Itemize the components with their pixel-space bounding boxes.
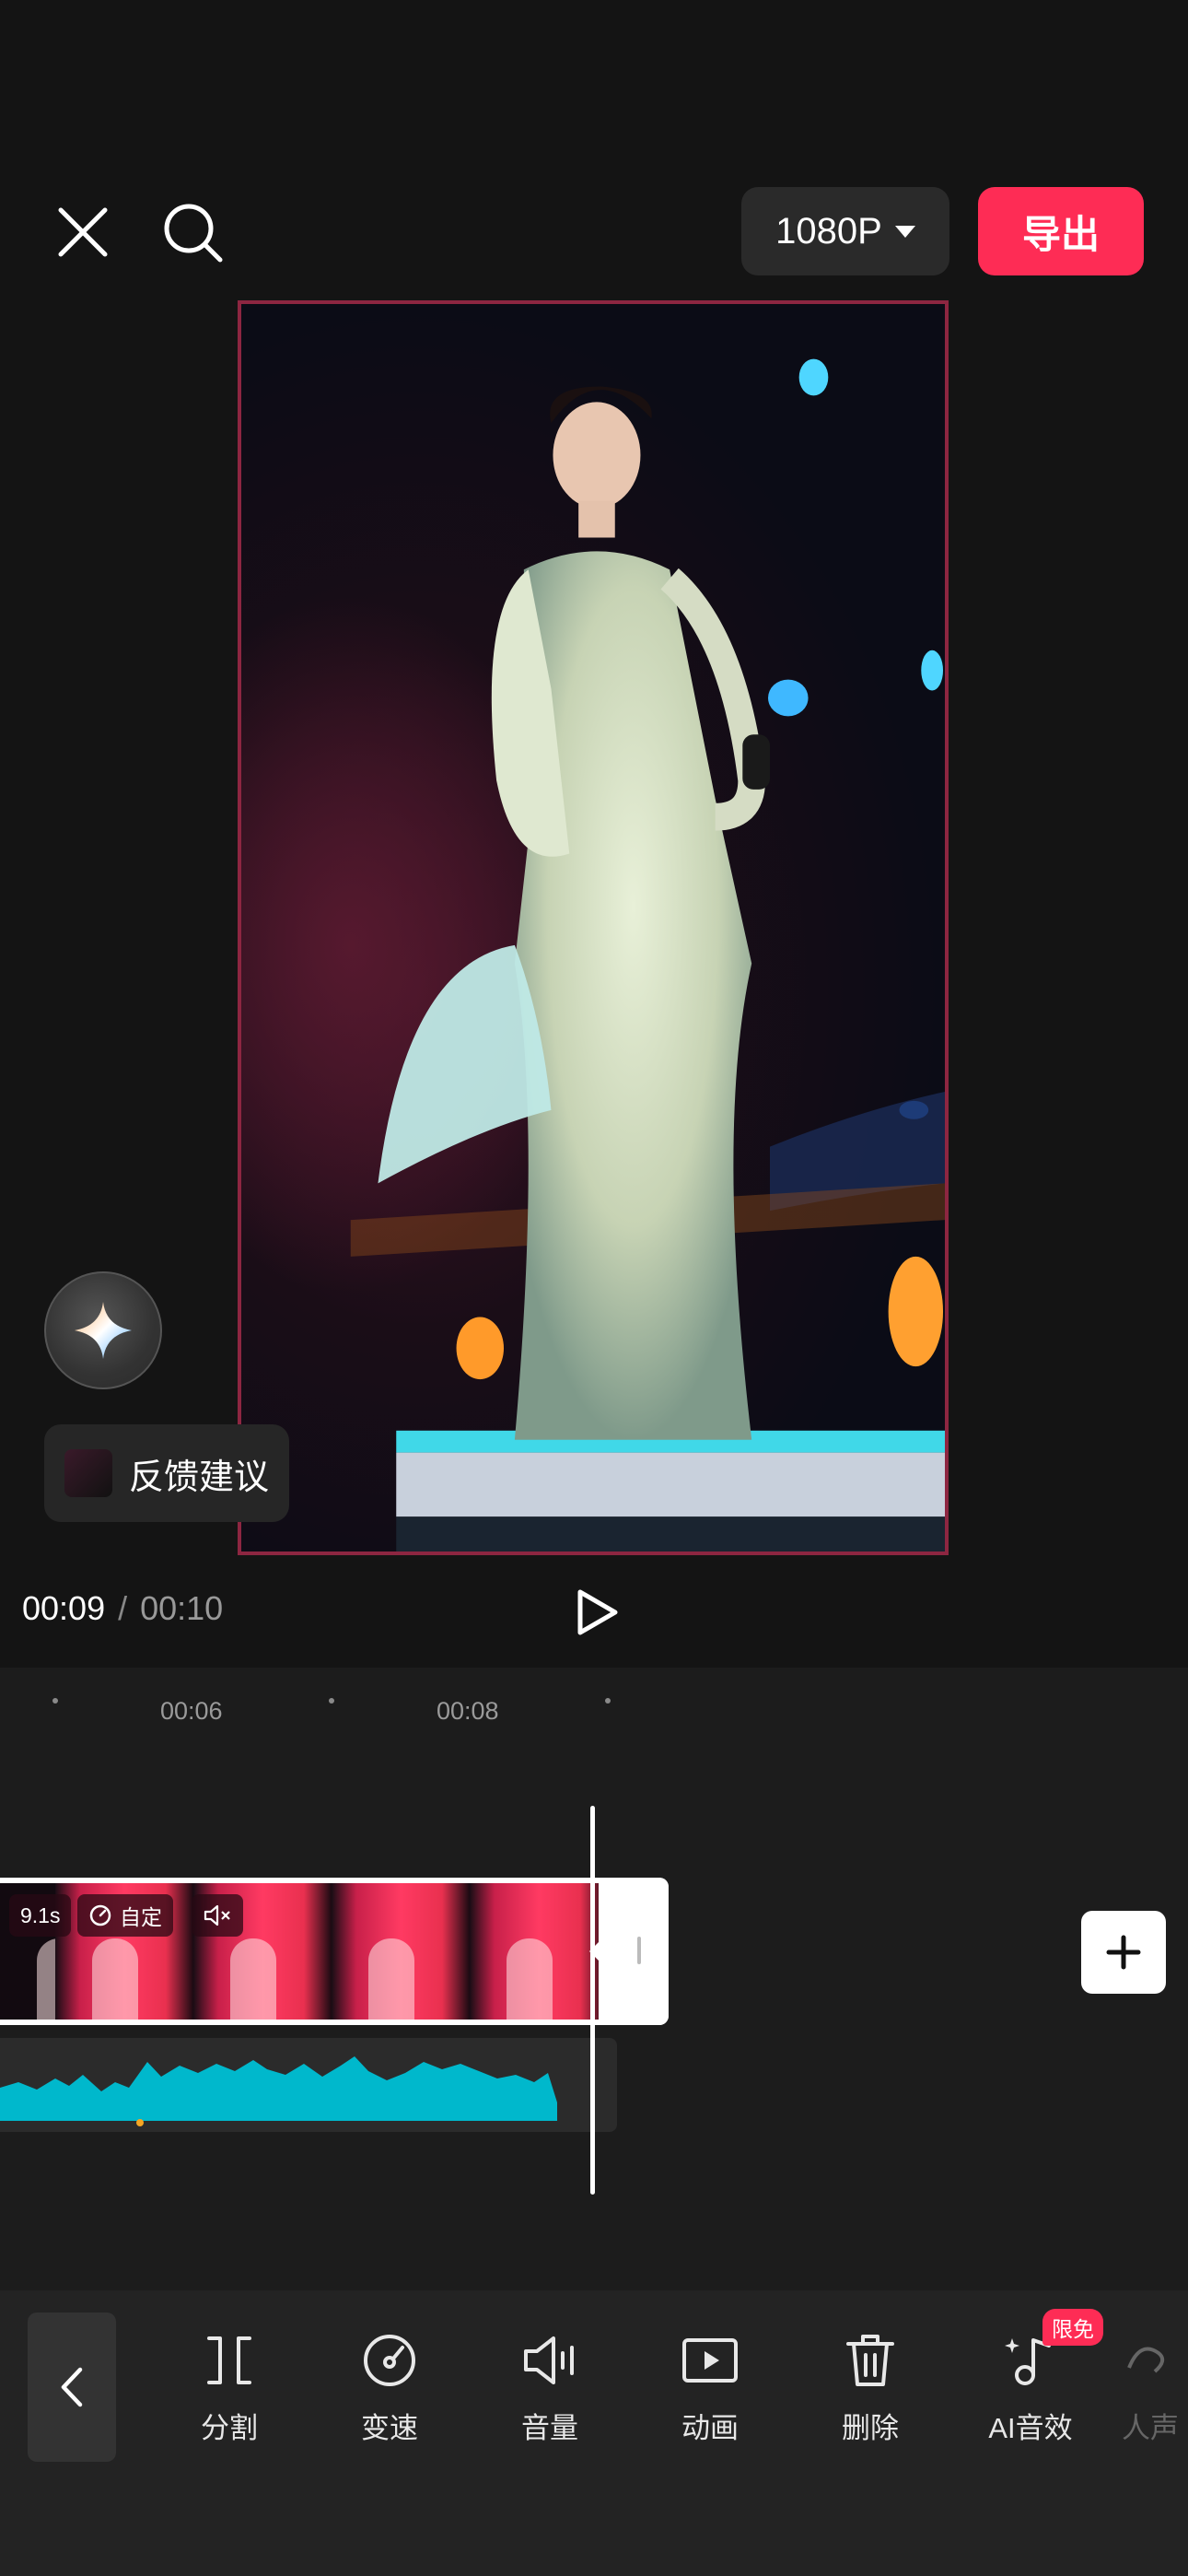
clip-speed-label: 自定	[120, 1905, 162, 1929]
split-icon	[207, 2336, 251, 2384]
playhead[interactable]	[590, 1806, 595, 2195]
resolution-dropdown[interactable]: 1080P	[741, 187, 949, 275]
tool-label: 音量	[521, 2412, 578, 2444]
video-frame-image	[241, 358, 945, 1551]
chevron-left-icon	[61, 2367, 83, 2407]
tool-label: 分割	[201, 2412, 258, 2444]
timeline-dot	[329, 1698, 334, 1704]
timeline-dot	[605, 1698, 611, 1704]
clip-trim-handle[interactable]	[599, 1878, 669, 2025]
tool-label: AI音效	[988, 2412, 1073, 2444]
export-button[interactable]: 导出	[978, 187, 1144, 275]
tool-speed[interactable]: 变速	[325, 2331, 454, 2460]
volume-icon	[524, 2336, 574, 2384]
trash-icon	[846, 2335, 894, 2386]
clip-duration: 9.1s	[20, 1903, 61, 1927]
tool-label: 变速	[361, 2412, 418, 2444]
plus-icon	[1106, 1935, 1141, 1970]
play-button[interactable]	[573, 1587, 621, 1638]
tool-ai-sound[interactable]: AI音效	[966, 2331, 1095, 2460]
play-icon	[577, 1589, 618, 1635]
close-icon	[58, 207, 108, 257]
tool-volume[interactable]: 音量	[485, 2331, 614, 2460]
playback-time: 00:09 / 00:10	[22, 1589, 223, 1628]
feedback-thumbnail	[64, 1449, 112, 1497]
speed-icon	[89, 1904, 111, 1926]
speed-icon	[364, 2335, 415, 2386]
timeline-tick: 00:06	[160, 1697, 223, 1725]
add-clip-button[interactable]	[1081, 1911, 1166, 1994]
tool-label: 删除	[842, 2412, 899, 2444]
clip-speed-badge[interactable]: 自定	[77, 1894, 173, 1937]
time-separator: /	[118, 1589, 128, 1627]
feedback-label: 反馈建议	[129, 1458, 270, 1497]
tool-label: 动画	[681, 2412, 739, 2444]
ai-assistant-button[interactable]	[44, 1271, 162, 1389]
close-button[interactable]	[55, 205, 111, 260]
tool-voice[interactable]: 人声	[1122, 2331, 1188, 2460]
video-preview[interactable]	[238, 300, 949, 1555]
tool-animation[interactable]: 动画	[646, 2331, 775, 2460]
audio-waveform	[0, 2056, 557, 2126]
audio-track[interactable]	[0, 2038, 617, 2132]
clip-duration-badge: 9.1s	[9, 1894, 72, 1937]
feedback-button[interactable]: 反馈建议	[44, 1424, 289, 1522]
back-button[interactable]	[28, 2313, 116, 2462]
tool-label: 人声	[1122, 2412, 1179, 2444]
animation-icon	[682, 2338, 738, 2383]
total-time: 00:10	[140, 1589, 224, 1627]
grip-icon	[637, 1937, 641, 1964]
mute-icon	[204, 1904, 230, 1926]
limited-free-badge: 限免	[1042, 2309, 1103, 2346]
search-icon	[164, 204, 223, 263]
clip-frame	[332, 1883, 470, 2020]
current-time: 00:09	[22, 1589, 106, 1627]
clip-mute-badge[interactable]	[192, 1894, 243, 1937]
timeline-tick: 00:08	[437, 1697, 499, 1725]
clip-frame	[470, 1883, 608, 2020]
resolution-label: 1080P	[775, 210, 882, 252]
search-button[interactable]	[161, 201, 226, 265]
voice-icon	[1127, 2347, 1165, 2373]
tool-split[interactable]: 分割	[165, 2331, 294, 2460]
tool-delete[interactable]: 删除	[806, 2331, 935, 2460]
timeline-dot	[52, 1698, 58, 1704]
chevron-down-icon	[894, 225, 915, 238]
sparkle-icon	[75, 1302, 132, 1359]
